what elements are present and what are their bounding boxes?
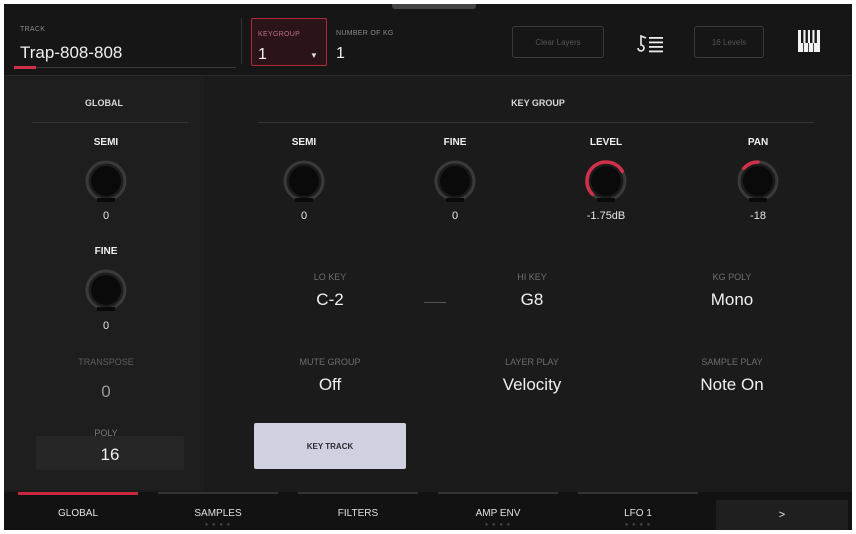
mute-group-label: MUTE GROUP: [299, 357, 361, 367]
more-tabs-button[interactable]: >: [716, 500, 848, 530]
kg-fine-knob[interactable]: [429, 156, 481, 208]
tab-indicator: [18, 492, 138, 495]
hi-key-value[interactable]: G8: [462, 290, 602, 310]
kg-pan-value: -18: [750, 210, 766, 222]
keygroup-value: 1: [258, 46, 267, 63]
kg-level-label: LEVEL: [589, 137, 623, 148]
key-range-dash: [424, 302, 446, 303]
header-divider: [241, 18, 242, 64]
kg-level-knob[interactable]: [580, 156, 632, 208]
keygroup-title: KEY GROUP: [511, 98, 565, 108]
kg-semi-label: SEMI: [291, 137, 317, 148]
num-kg-value: 1: [336, 45, 345, 62]
lo-key-value[interactable]: C-2: [260, 290, 400, 310]
tab-indicator: [158, 492, 278, 494]
tab-filters[interactable]: FILTERS: [292, 492, 424, 530]
sample-play-value[interactable]: Note On: [662, 375, 802, 395]
global-title-divider: [32, 122, 188, 123]
piano-keys-icon[interactable]: [798, 30, 820, 52]
track-label: TRACK: [20, 26, 46, 33]
clear-layers-button[interactable]: Clear Layers: [512, 26, 604, 58]
tab-label: GLOBAL: [57, 508, 99, 519]
kg-fine-label: FINE: [443, 137, 467, 148]
keygroup-dropdown[interactable]: KEYGROUP 1 ▼: [251, 18, 327, 66]
mute-group-value[interactable]: Off: [260, 375, 400, 395]
tab-indicator: [438, 492, 558, 494]
track-selector[interactable]: TRACK Trap-808-808: [14, 16, 236, 69]
tab-global[interactable]: GLOBAL: [12, 492, 144, 530]
tab-lfo-1[interactable]: LFO 1 ● ● ● ●: [572, 492, 704, 530]
kg-semi-knob[interactable]: [278, 156, 330, 208]
track-underline: [14, 67, 236, 68]
tab-amp-env[interactable]: AMP ENV ● ● ● ●: [432, 492, 564, 530]
sample-play-label: SAMPLE PLAY: [701, 357, 763, 367]
key-track-button[interactable]: KEY TRACK: [254, 423, 406, 469]
kg-poly-value[interactable]: Mono: [662, 290, 802, 310]
track-accent: [14, 66, 36, 69]
tab-page-dots: ● ● ● ●: [204, 522, 232, 528]
sixteen-levels-button[interactable]: 16 Levels: [694, 26, 764, 58]
poly-value: 16: [100, 445, 120, 464]
transpose-value[interactable]: 0: [46, 382, 166, 402]
tab-page-dots: ● ● ● ●: [484, 522, 512, 528]
keygroup-edit-screen: TRACK Trap-808-808 KEYGROUP 1 ▼ NUMBER O…: [4, 4, 852, 530]
global-fine-knob[interactable]: [80, 265, 132, 317]
kg-level-value: -1.75dB: [586, 210, 626, 222]
note-list-icon[interactable]: [632, 32, 668, 54]
global-fine-label: FINE: [94, 246, 118, 257]
track-name: Trap-808-808: [20, 43, 123, 62]
top-bar: TRACK Trap-808-808 KEYGROUP 1 ▼ NUMBER O…: [4, 4, 852, 76]
tab-label: FILTERS: [337, 508, 379, 519]
dropdown-arrow-icon: ▼: [310, 51, 318, 60]
global-semi-label: SEMI: [93, 137, 119, 148]
global-panel: GLOBAL SEMI 0 FINE 0 TRANSPOSE 0 POLY 16: [4, 76, 204, 490]
tab-label: LFO 1: [624, 508, 652, 519]
tab-indicator: [298, 492, 418, 494]
keygroup-label: KEYGROUP: [258, 31, 301, 38]
tab-samples[interactable]: SAMPLES ● ● ● ●: [152, 492, 284, 530]
number-of-keygroups[interactable]: NUMBER OF KG 1: [336, 22, 416, 66]
global-semi-knob[interactable]: [80, 156, 132, 208]
layer-play-label: LAYER PLAY: [505, 357, 559, 367]
kg-fine-value: 0: [451, 210, 459, 222]
tab-label: AMP ENV: [475, 508, 521, 519]
hi-key-label: HI KEY: [517, 272, 547, 282]
tab-indicator: [578, 492, 698, 494]
tab-page-dots: ● ● ● ●: [624, 522, 652, 528]
global-semi-value: 0: [102, 210, 110, 222]
kg-poly-label: KG POLY: [712, 272, 752, 282]
kg-pan-label: PAN: [747, 137, 769, 148]
global-title: GLOBAL: [85, 98, 123, 108]
global-fine-value: 0: [102, 320, 110, 332]
top-notch: [392, 4, 476, 9]
kg-semi-value: 0: [300, 210, 308, 222]
poly-field[interactable]: 16: [36, 436, 184, 470]
tab-label: SAMPLES: [194, 508, 242, 519]
tab-bar: GLOBAL SAMPLES ● ● ● ● FILTERS AMP ENV ●…: [4, 492, 852, 530]
transpose-label: TRANSPOSE: [78, 357, 134, 367]
num-kg-label: NUMBER OF KG: [336, 30, 394, 37]
keygroup-title-divider: [258, 122, 814, 123]
layer-play-value[interactable]: Velocity: [462, 375, 602, 395]
kg-pan-knob[interactable]: [732, 156, 784, 208]
keygroup-panel: KEY GROUP SEMI 0 FINE 0 LEVEL -1.75dB PA…: [204, 76, 852, 490]
lo-key-label: LO KEY: [313, 272, 347, 282]
